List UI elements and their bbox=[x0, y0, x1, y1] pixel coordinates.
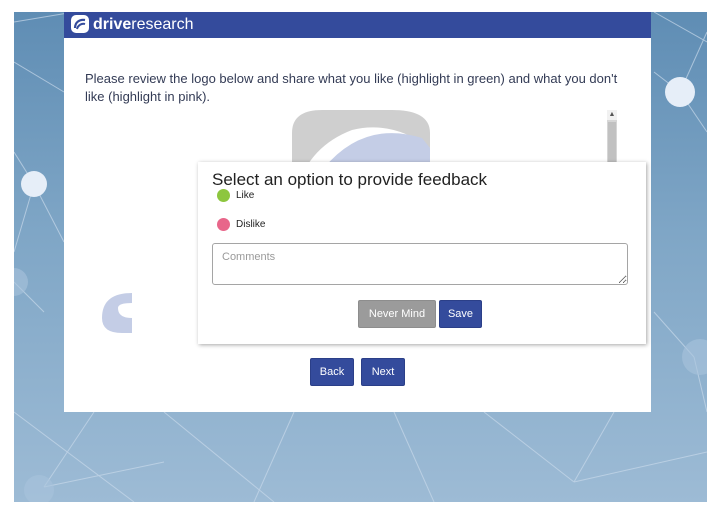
like-option[interactable]: Like bbox=[217, 188, 277, 204]
like-dot-icon bbox=[217, 189, 230, 202]
chevron-up-icon[interactable]: ▲ bbox=[607, 110, 617, 120]
back-button[interactable]: Back bbox=[310, 358, 354, 386]
next-button[interactable]: Next bbox=[361, 358, 405, 386]
dislike-label: Dislike bbox=[236, 219, 266, 230]
feedback-popup: Select an option to provide feedback Lik… bbox=[198, 162, 646, 344]
brand-name: driveresearch bbox=[93, 15, 194, 35]
survey-header: driveresearch bbox=[64, 12, 651, 38]
drive-research-logo-icon bbox=[71, 15, 89, 33]
popup-title: Select an option to provide feedback bbox=[212, 170, 488, 189]
like-label: Like bbox=[236, 190, 255, 201]
survey-card: driveresearch Please review the logo bel… bbox=[64, 12, 651, 412]
brand-prefix: drive bbox=[93, 16, 132, 33]
dislike-option[interactable]: Dislike bbox=[217, 217, 287, 233]
save-button[interactable]: Save bbox=[439, 300, 482, 328]
survey-question: Please review the logo below and share w… bbox=[85, 71, 618, 104]
comments-input[interactable] bbox=[212, 243, 628, 285]
never-mind-button[interactable]: Never Mind bbox=[358, 300, 436, 328]
dislike-dot-icon bbox=[217, 218, 230, 231]
brand-suffix: research bbox=[131, 16, 194, 33]
